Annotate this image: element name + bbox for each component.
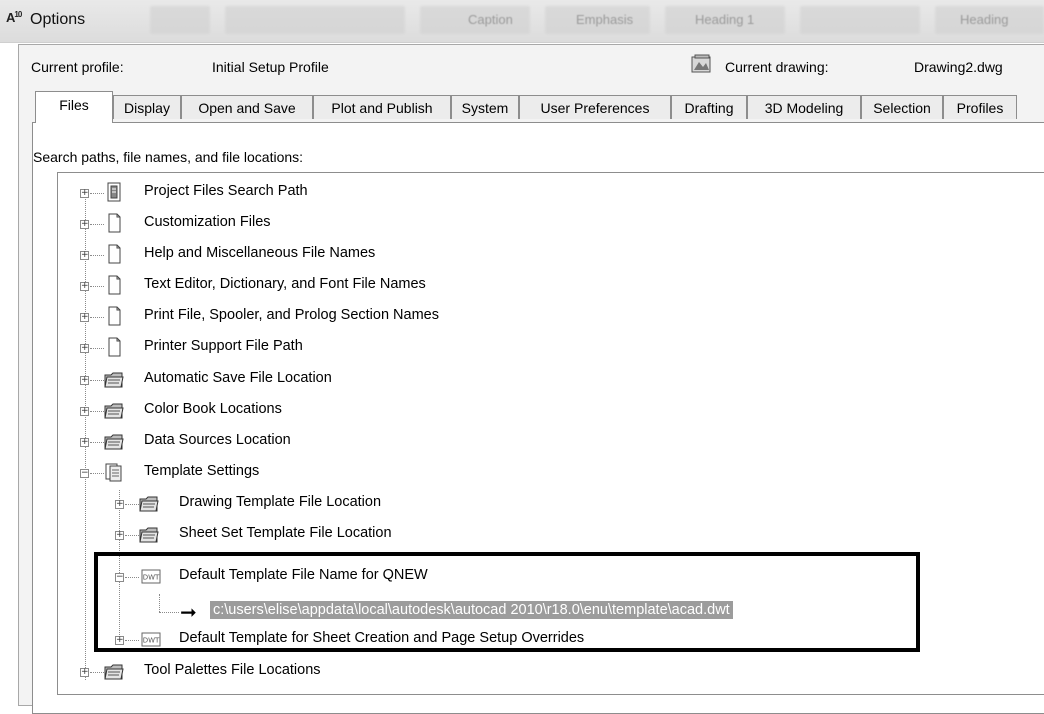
dwt-file-icon: DWT (141, 569, 161, 584)
tree-item-label: Tool Palettes File Locations (144, 662, 321, 678)
svg-text:DWT: DWT (143, 637, 160, 645)
document-icon (108, 337, 121, 357)
selected-path-value[interactable]: c:\users\elise\appdata\local\autodesk\au… (210, 601, 733, 619)
tree-item-label: Sheet Set Template File Location (179, 525, 392, 541)
current-drawing-label: Current drawing: (725, 59, 829, 75)
tree-connector (90, 286, 104, 287)
folder-icon (104, 434, 124, 450)
tree-item-label: Color Book Locations (144, 401, 282, 417)
tab-display[interactable]: Display (113, 95, 181, 119)
tree-connector (159, 594, 160, 612)
tab-user-preferences[interactable]: User Preferences (519, 95, 671, 119)
tab-open-and-save[interactable]: Open and Save (181, 95, 313, 119)
folder-icon (139, 496, 159, 512)
tree-item-label: Default Template File Name for QNEW (179, 567, 428, 583)
drawing-file-icon (691, 54, 711, 73)
tree-connector (125, 640, 139, 641)
expand-icon[interactable]: + (80, 407, 89, 416)
collapse-icon[interactable]: − (115, 573, 124, 582)
ribbon-style-heading1: Heading 1 (695, 12, 755, 27)
folder-icon (104, 664, 124, 680)
folder-icon (104, 372, 124, 388)
tree-connector (90, 193, 104, 194)
tree-item-label: Customization Files (144, 214, 271, 230)
expand-icon[interactable]: + (80, 376, 89, 385)
collapse-icon[interactable]: − (80, 469, 89, 478)
expand-icon[interactable]: + (80, 282, 89, 291)
background-ribbon-ghost (800, 6, 920, 34)
arrow-right-icon: ➞ (180, 600, 197, 624)
folder-icon (104, 403, 124, 419)
svg-text:DWT: DWT (143, 574, 160, 582)
template-icon (105, 463, 122, 482)
document-icon (108, 244, 121, 264)
tree-connector (90, 442, 104, 443)
window-title: Options (30, 11, 86, 28)
expand-icon[interactable]: + (115, 500, 124, 509)
tree-item-label: Print File, Spooler, and Prolog Section … (144, 307, 439, 323)
tree-connector (90, 411, 104, 412)
tree-item-label: Automatic Save File Location (144, 370, 332, 386)
tree-item-label: Printer Support File Path (144, 338, 303, 354)
tree-item-label: Template Settings (144, 463, 260, 479)
tree-connector (125, 504, 139, 505)
tree-item-label: Text Editor, Dictionary, and Font File N… (144, 276, 426, 292)
tree-item-label: Data Sources Location (144, 432, 291, 448)
ribbon-style-heading: Heading (960, 12, 1009, 27)
tree-connector (125, 535, 139, 536)
tab-drafting[interactable]: Drafting (671, 95, 747, 119)
expand-icon[interactable]: + (80, 313, 89, 322)
tree-connector (90, 348, 104, 349)
tree-connector (90, 255, 104, 256)
tab-profiles[interactable]: Profiles (943, 95, 1017, 119)
tree-item-label: Project Files Search Path (144, 183, 308, 199)
tree-connector (90, 672, 104, 673)
dwt-file-icon: DWT (141, 632, 161, 647)
tree-connector (119, 490, 120, 645)
expand-icon[interactable]: + (80, 251, 89, 260)
tree-connector (90, 380, 104, 381)
title-bar: Caption Emphasis Heading 1 Heading A10 O… (0, 0, 1044, 43)
expand-icon[interactable]: + (80, 668, 89, 677)
tree-connector (90, 224, 104, 225)
tab-system[interactable]: System (451, 95, 519, 119)
current-drawing-value: Drawing2.dwg (914, 59, 1003, 75)
tree-item-label: Default Template for Sheet Creation and … (179, 630, 585, 646)
autocad-icon: A10 (6, 10, 22, 25)
ribbon-style-caption: Caption (468, 12, 513, 27)
background-ribbon-ghost (225, 6, 405, 34)
current-profile-value: Initial Setup Profile (212, 59, 329, 75)
expand-icon[interactable]: + (115, 531, 124, 540)
tree-connector (159, 612, 179, 613)
expand-icon[interactable]: + (80, 189, 89, 198)
tree-connector (85, 190, 86, 680)
tab-files[interactable]: Files (35, 91, 113, 123)
background-ribbon-ghost (150, 6, 210, 34)
ribbon-style-emphasis: Emphasis (576, 12, 634, 27)
current-profile-label: Current profile: (31, 59, 124, 75)
tree-connector (90, 473, 104, 474)
tree-connector (90, 317, 104, 318)
tab-3d-modeling[interactable]: 3D Modeling (747, 95, 861, 119)
tab-plot-and-publish[interactable]: Plot and Publish (313, 95, 451, 119)
tree-item-label: Help and Miscellaneous File Names (144, 245, 376, 261)
tree-item-label: Drawing Template File Location (179, 494, 382, 510)
tree-connector (125, 577, 139, 578)
document-icon (108, 275, 121, 295)
expand-icon[interactable]: + (80, 438, 89, 447)
tab-selection[interactable]: Selection (861, 95, 943, 119)
expand-icon[interactable]: + (115, 636, 124, 645)
profile-row: Current profile: Initial Setup Profile C… (19, 45, 1044, 83)
search-paths-caption: Search paths, file names, and file locat… (33, 149, 304, 165)
document-icon (108, 213, 121, 233)
folder-icon (139, 527, 159, 543)
expand-icon[interactable]: + (80, 220, 89, 229)
project-path-icon (107, 182, 121, 202)
expand-icon[interactable]: + (80, 344, 89, 353)
document-icon (108, 306, 121, 326)
